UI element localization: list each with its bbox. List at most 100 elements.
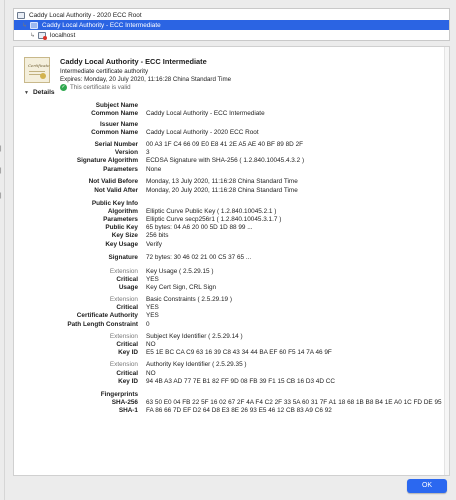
- detail-row: Common Name Caddy Local Authority - ECC I…: [14, 110, 444, 118]
- detail-row: Key Size 256 bits: [14, 232, 444, 240]
- detail-value: FA 86 66 7D EF D2 64 D8 E3 8E 26 93 E5 4…: [146, 407, 332, 414]
- detail-row: Path Length Constraint 0: [14, 321, 444, 329]
- detail-row: Common Name Caddy Local Authority - 2020 …: [14, 129, 444, 137]
- chain-item-label: Caddy Local Authority - ECC Intermediate: [42, 21, 161, 29]
- detail-row: Parameters Elliptic Curve secp256r1 ( 1.2…: [14, 216, 444, 224]
- detail-row: Fingerprints: [14, 391, 444, 399]
- detail-key: Issuer Name: [99, 121, 138, 128]
- detail-key: Key ID: [118, 378, 138, 385]
- detail-row: Extension Key Usage ( 2.5.29.15 ): [14, 268, 444, 276]
- detail-key: Serial Number: [94, 141, 138, 148]
- detail-value: 63 50 E0 04 FB 22 5F 16 02 67 2F 4A F4 C…: [146, 399, 442, 406]
- detail-key: Extension: [109, 361, 138, 368]
- detail-key: Critical: [116, 304, 138, 311]
- detail-value: Basic Constraints ( 2.5.29.19 ): [146, 296, 232, 303]
- detail-value: Authority Key Identifier ( 2.5.29.35 ): [146, 361, 247, 368]
- detail-key: Public Key Info: [91, 200, 138, 207]
- detail-row: SHA-256 63 50 E0 04 FB 22 5F 16 02 67 2F …: [14, 399, 444, 407]
- certificate-image-line: [29, 71, 45, 72]
- ok-button[interactable]: OK: [407, 479, 447, 493]
- detail-key: Common Name: [91, 110, 138, 117]
- detail-value: Verify: [146, 241, 162, 248]
- detail-value: 72 bytes: 30 46 02 21 00 C5 37 65 ...: [146, 254, 252, 261]
- tree-branch-icon: ↳: [30, 32, 36, 39]
- details-disclosure[interactable]: ▼ Details: [24, 89, 55, 96]
- detail-value: E5 1E BC CA C9 63 16 39 C8 43 34 44 BA E…: [146, 349, 332, 356]
- chain-item-root[interactable]: Caddy Local Authority - 2020 ECC Root: [17, 10, 447, 20]
- chain-item-leaf[interactable]: ↳ localhost: [30, 30, 330, 40]
- detail-row: Serial Number 00 A3 1F C4 66 09 E0 E8 41 …: [14, 141, 444, 149]
- detail-value: Key Cert Sign, CRL Sign: [146, 284, 217, 291]
- detail-key: SHA-1: [118, 407, 138, 414]
- detail-key: Key ID: [118, 349, 138, 356]
- certificate-summary: Certificate Caddy Local Authority - ECC …: [24, 57, 424, 91]
- detail-row: Signature Algorithm ECDSA Signature with …: [14, 157, 444, 165]
- detail-row: SHA-1 FA 86 66 7D EF D2 64 D8 E3 8E 26 93…: [14, 407, 444, 415]
- detail-value: Caddy Local Authority - 2020 ECC Root: [146, 129, 259, 136]
- certificate-seal: [40, 73, 46, 79]
- detail-row: Usage Key Cert Sign, CRL Sign: [14, 284, 444, 292]
- certificate-error-icon: [38, 31, 48, 40]
- detail-row: Critical YES: [14, 304, 444, 312]
- detail-row: Certificate Authority YES: [14, 312, 444, 320]
- detail-row: Version 3: [14, 149, 444, 157]
- tree-branch-icon: ↳: [22, 22, 28, 29]
- detail-value: Subject Key Identifier ( 2.5.29.14 ): [146, 333, 243, 340]
- detail-key: Parameters: [103, 216, 138, 223]
- detail-value: Key Usage ( 2.5.29.15 ): [146, 268, 214, 275]
- detail-key: Public Key: [105, 224, 138, 231]
- detail-value: NO: [146, 341, 156, 348]
- detail-key: Key Usage: [105, 241, 138, 248]
- edge-glyph: |: [0, 168, 2, 174]
- detail-row: Parameters None: [14, 166, 444, 174]
- valid-check-icon: ✓: [60, 84, 67, 91]
- detail-key: Extension: [109, 268, 138, 275]
- detail-key: Signature Algorithm: [76, 157, 138, 164]
- detail-value: 65 bytes: 04 A6 20 00 5D 1D 88 99 ...: [146, 224, 253, 231]
- certificate-details-panel[interactable]: Certificate Caddy Local Authority - ECC …: [13, 46, 450, 476]
- detail-key: Path Length Constraint: [67, 321, 138, 328]
- detail-key: Extension: [109, 333, 138, 340]
- detail-key: Extension: [109, 296, 138, 303]
- detail-key: Fingerprints: [100, 391, 138, 398]
- detail-row: Key ID 94 4B A3 AD 77 7E B1 82 FF 9D 08 F…: [14, 378, 444, 386]
- detail-key: Certificate Authority: [76, 312, 138, 319]
- edge-glyph: |: [0, 146, 2, 152]
- detail-key: Subject Name: [95, 102, 138, 109]
- detail-value: Monday, 13 July 2020, 11:16:28 China Sta…: [146, 178, 298, 185]
- detail-key: Algorithm: [107, 208, 138, 215]
- chain-item-label: Caddy Local Authority - 2020 ECC Root: [29, 11, 142, 19]
- detail-value: 0: [146, 321, 150, 328]
- detail-value: 3: [146, 149, 150, 156]
- chain-item-intermediate[interactable]: ↳ Caddy Local Authority - ECC Intermedia…: [14, 20, 449, 30]
- certificate-title: Caddy Local Authority - ECC Intermediate: [60, 57, 207, 66]
- detail-key: Critical: [116, 276, 138, 283]
- edge-glyph: |: [0, 193, 2, 199]
- detail-key: Signature: [108, 254, 138, 261]
- detail-key: Not Valid Before: [88, 178, 138, 185]
- detail-value: 256 bits: [146, 232, 169, 239]
- certificate-window: Caddy Local Authority - 2020 ECC Root ↳ …: [4, 0, 456, 500]
- certificate-kind: Intermediate certificate authority: [60, 68, 149, 75]
- detail-value: Monday, 20 July 2020, 11:16:28 China Sta…: [146, 187, 298, 194]
- detail-key: Version: [114, 149, 138, 156]
- detail-row: Not Valid Before Monday, 13 July 2020, 11…: [14, 178, 444, 186]
- detail-row: Subject Name: [14, 102, 444, 110]
- detail-value: Elliptic Curve Public Key ( 1.2.840.1004…: [146, 208, 277, 215]
- certificate-icon: [30, 21, 39, 29]
- detail-key: Common Name: [91, 129, 138, 136]
- details-label: Details: [32, 89, 55, 96]
- detail-row: Public Key 65 bytes: 04 A6 20 00 5D 1D 88…: [14, 224, 444, 232]
- detail-row: Not Valid After Monday, 20 July 2020, 11:…: [14, 187, 444, 195]
- detail-value: ECDSA Signature with SHA-256 ( 1.2.840.1…: [146, 157, 305, 164]
- certificate-image-icon: Certificate: [24, 57, 50, 83]
- scrollbar[interactable]: [444, 47, 449, 475]
- detail-row: Signature 72 bytes: 30 46 02 21 00 C5 37 …: [14, 254, 444, 262]
- detail-key: Critical: [116, 341, 138, 348]
- detail-key: Usage: [118, 284, 138, 291]
- detail-row: Critical YES: [14, 276, 444, 284]
- detail-key: SHA-256: [111, 399, 138, 406]
- detail-value: Elliptic Curve secp256r1 ( 1.2.840.10045…: [146, 216, 282, 223]
- detail-key: Parameters: [103, 166, 138, 173]
- detail-value: YES: [146, 312, 159, 319]
